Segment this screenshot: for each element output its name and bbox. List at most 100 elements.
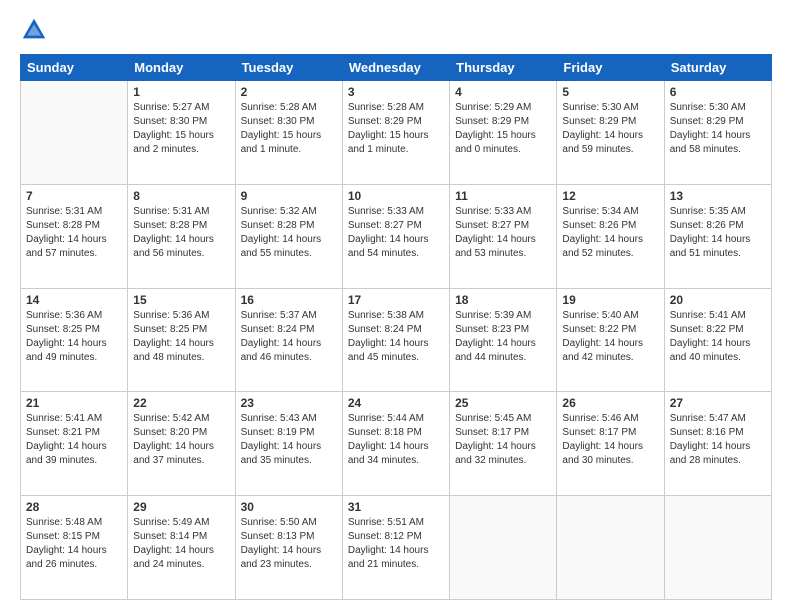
table-row: 8 Sunrise: 5:31 AMSunset: 8:28 PMDaylight… [128, 184, 235, 288]
day-number: 27 [670, 396, 766, 410]
col-header-saturday: Saturday [664, 55, 771, 81]
day-info: Sunrise: 5:51 AMSunset: 8:12 PMDaylight:… [348, 516, 444, 572]
day-number: 19 [562, 293, 658, 307]
day-info: Sunrise: 5:41 AMSunset: 8:21 PMDaylight:… [26, 412, 122, 468]
day-info: Sunrise: 5:31 AMSunset: 8:28 PMDaylight:… [26, 205, 122, 261]
logo [20, 16, 52, 44]
table-row: 4 Sunrise: 5:29 AMSunset: 8:29 PMDaylight… [450, 81, 557, 185]
table-row: 26 Sunrise: 5:46 AMSunset: 8:17 PMDayligh… [557, 392, 664, 496]
day-info: Sunrise: 5:42 AMSunset: 8:20 PMDaylight:… [133, 412, 229, 468]
day-number: 16 [241, 293, 337, 307]
page: SundayMondayTuesdayWednesdayThursdayFrid… [0, 0, 792, 612]
col-header-monday: Monday [128, 55, 235, 81]
day-number: 10 [348, 189, 444, 203]
day-number: 6 [670, 85, 766, 99]
day-info: Sunrise: 5:27 AMSunset: 8:30 PMDaylight:… [133, 101, 229, 157]
table-row: 14 Sunrise: 5:36 AMSunset: 8:25 PMDayligh… [21, 288, 128, 392]
day-number: 26 [562, 396, 658, 410]
table-row: 22 Sunrise: 5:42 AMSunset: 8:20 PMDayligh… [128, 392, 235, 496]
day-number: 5 [562, 85, 658, 99]
table-row: 1 Sunrise: 5:27 AMSunset: 8:30 PMDaylight… [128, 81, 235, 185]
calendar-table: SundayMondayTuesdayWednesdayThursdayFrid… [20, 54, 772, 600]
table-row: 5Sunrise: 5:30 AMSunset: 8:29 PMDaylight… [557, 81, 664, 185]
day-number: 11 [455, 189, 551, 203]
day-number: 21 [26, 396, 122, 410]
day-info: Sunrise: 5:44 AMSunset: 8:18 PMDaylight:… [348, 412, 444, 468]
day-info: Sunrise: 5:48 AMSunset: 8:15 PMDaylight:… [26, 516, 122, 572]
table-row: 3 Sunrise: 5:28 AMSunset: 8:29 PMDaylight… [342, 81, 449, 185]
day-number: 3 [348, 85, 444, 99]
header [20, 16, 772, 44]
table-row: 28 Sunrise: 5:48 AMSunset: 8:15 PMDayligh… [21, 496, 128, 600]
table-row [21, 81, 128, 185]
day-info: Sunrise: 5:28 AMSunset: 8:29 PMDaylight:… [348, 101, 444, 157]
day-info: Sunrise: 5:46 AMSunset: 8:17 PMDaylight:… [562, 412, 658, 468]
day-number: 14 [26, 293, 122, 307]
day-info: Sunrise: 5:40 AMSunset: 8:22 PMDaylight:… [562, 309, 658, 365]
day-number: 18 [455, 293, 551, 307]
day-info: Sunrise: 5:36 AMSunset: 8:25 PMDaylight:… [26, 309, 122, 365]
table-row: 23 Sunrise: 5:43 AMSunset: 8:19 PMDayligh… [235, 392, 342, 496]
table-row: 18 Sunrise: 5:39 AMSunset: 8:23 PMDayligh… [450, 288, 557, 392]
day-number: 30 [241, 500, 337, 514]
col-header-friday: Friday [557, 55, 664, 81]
day-number: 17 [348, 293, 444, 307]
col-header-tuesday: Tuesday [235, 55, 342, 81]
table-row [664, 496, 771, 600]
day-info: Sunrise: 5:29 AMSunset: 8:29 PMDaylight:… [455, 101, 551, 157]
day-number: 8 [133, 189, 229, 203]
table-row: 15Sunrise: 5:36 AMSunset: 8:25 PMDayligh… [128, 288, 235, 392]
day-number: 15 [133, 293, 229, 307]
day-info: Sunrise: 5:41 AMSunset: 8:22 PMDaylight:… [670, 309, 766, 365]
day-info: Sunrise: 5:39 AMSunset: 8:23 PMDaylight:… [455, 309, 551, 365]
col-header-thursday: Thursday [450, 55, 557, 81]
day-info: Sunrise: 5:38 AMSunset: 8:24 PMDaylight:… [348, 309, 444, 365]
day-number: 4 [455, 85, 551, 99]
day-number: 31 [348, 500, 444, 514]
day-info: Sunrise: 5:33 AMSunset: 8:27 PMDaylight:… [455, 205, 551, 261]
table-row: 21 Sunrise: 5:41 AMSunset: 8:21 PMDayligh… [21, 392, 128, 496]
table-row: 16 Sunrise: 5:37 AMSunset: 8:24 PMDayligh… [235, 288, 342, 392]
table-row: 11 Sunrise: 5:33 AMSunset: 8:27 PMDayligh… [450, 184, 557, 288]
day-number: 9 [241, 189, 337, 203]
table-row: 6 Sunrise: 5:30 AMSunset: 8:29 PMDaylight… [664, 81, 771, 185]
day-info: Sunrise: 5:43 AMSunset: 8:19 PMDaylight:… [241, 412, 337, 468]
table-row: 13 Sunrise: 5:35 AMSunset: 8:26 PMDayligh… [664, 184, 771, 288]
table-row: 9 Sunrise: 5:32 AMSunset: 8:28 PMDaylight… [235, 184, 342, 288]
day-number: 1 [133, 85, 229, 99]
day-info: Sunrise: 5:50 AMSunset: 8:13 PMDaylight:… [241, 516, 337, 572]
day-number: 28 [26, 500, 122, 514]
table-row: 25Sunrise: 5:45 AMSunset: 8:17 PMDayligh… [450, 392, 557, 496]
table-row: 17 Sunrise: 5:38 AMSunset: 8:24 PMDayligh… [342, 288, 449, 392]
day-number: 29 [133, 500, 229, 514]
generalblue-logo-icon [20, 16, 48, 44]
day-info: Sunrise: 5:32 AMSunset: 8:28 PMDaylight:… [241, 205, 337, 261]
table-row: 10 Sunrise: 5:33 AMSunset: 8:27 PMDayligh… [342, 184, 449, 288]
table-row: 29Sunrise: 5:49 AMSunset: 8:14 PMDayligh… [128, 496, 235, 600]
col-header-wednesday: Wednesday [342, 55, 449, 81]
day-number: 25 [455, 396, 551, 410]
day-info: Sunrise: 5:28 AMSunset: 8:30 PMDaylight:… [241, 101, 337, 157]
day-number: 2 [241, 85, 337, 99]
day-info: Sunrise: 5:37 AMSunset: 8:24 PMDaylight:… [241, 309, 337, 365]
day-number: 24 [348, 396, 444, 410]
table-row: 2 Sunrise: 5:28 AMSunset: 8:30 PMDaylight… [235, 81, 342, 185]
table-row: 19 Sunrise: 5:40 AMSunset: 8:22 PMDayligh… [557, 288, 664, 392]
day-info: Sunrise: 5:35 AMSunset: 8:26 PMDaylight:… [670, 205, 766, 261]
col-header-sunday: Sunday [21, 55, 128, 81]
day-info: Sunrise: 5:47 AMSunset: 8:16 PMDaylight:… [670, 412, 766, 468]
day-number: 7 [26, 189, 122, 203]
table-row: 30 Sunrise: 5:50 AMSunset: 8:13 PMDayligh… [235, 496, 342, 600]
table-row: 31 Sunrise: 5:51 AMSunset: 8:12 PMDayligh… [342, 496, 449, 600]
day-number: 23 [241, 396, 337, 410]
day-number: 20 [670, 293, 766, 307]
table-row: 27 Sunrise: 5:47 AMSunset: 8:16 PMDayligh… [664, 392, 771, 496]
day-number: 13 [670, 189, 766, 203]
day-info: Sunrise: 5:30 AMSunset: 8:29 PMDaylight:… [670, 101, 766, 157]
day-info: Sunrise: 5:33 AMSunset: 8:27 PMDaylight:… [348, 205, 444, 261]
table-row: 20 Sunrise: 5:41 AMSunset: 8:22 PMDayligh… [664, 288, 771, 392]
table-row [450, 496, 557, 600]
table-row: 7 Sunrise: 5:31 AMSunset: 8:28 PMDaylight… [21, 184, 128, 288]
day-info: Sunrise: 5:31 AMSunset: 8:28 PMDaylight:… [133, 205, 229, 261]
day-number: 22 [133, 396, 229, 410]
